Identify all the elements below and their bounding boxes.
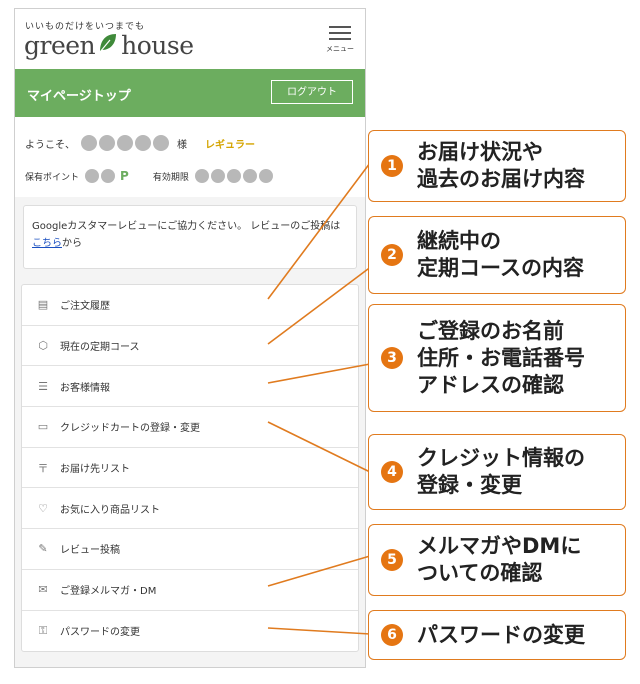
- callout-1: 1 お届け状況や 過去のお届け内容: [368, 130, 626, 202]
- connector-line-5: [267, 555, 371, 587]
- callout-number: 6: [381, 624, 403, 646]
- callout-number: 4: [381, 461, 403, 483]
- callout-number: 2: [381, 244, 403, 266]
- callout-3: 3 ご登録のお名前 住所・お電話番号 アドレスの確認: [368, 304, 626, 412]
- callout-line: メルマガやDMに: [417, 534, 582, 558]
- callout-line: 登録・変更: [417, 473, 522, 497]
- callout-number: 3: [381, 347, 403, 369]
- callout-line: 住所・お電話番号: [417, 345, 585, 370]
- callout-text: パスワードの変更: [417, 622, 585, 649]
- callout-text: ご登録のお名前 住所・お電話番号 アドレスの確認: [417, 318, 585, 399]
- callout-line: クレジット情報の: [417, 446, 585, 470]
- callout-6: 6 パスワードの変更: [368, 610, 626, 660]
- callout-line: お届け状況や: [417, 140, 543, 164]
- callout-line: ついての確認: [417, 561, 543, 585]
- connector-line-4: [267, 421, 371, 473]
- callout-4: 4 クレジット情報の 登録・変更: [368, 434, 626, 510]
- connector-line-3: [267, 363, 371, 384]
- callout-5: 5 メルマガやDMに ついての確認: [368, 524, 626, 596]
- callout-text: クレジット情報の 登録・変更: [417, 445, 585, 499]
- callout-text: 継続中の 定期コースの内容: [417, 228, 584, 282]
- callout-number: 1: [381, 155, 403, 177]
- callout-text: お届け状況や 過去のお届け内容: [417, 139, 585, 193]
- callout-line: アドレスの確認: [417, 372, 564, 397]
- callout-line: 継続中の: [417, 229, 501, 253]
- callout-line: ご登録のお名前: [417, 318, 564, 343]
- callout-line: パスワードの変更: [417, 622, 585, 647]
- callout-text: メルマガやDMに ついての確認: [417, 533, 581, 587]
- callout-number: 5: [381, 549, 403, 571]
- callout-line: 過去のお届け内容: [417, 167, 585, 191]
- callout-line: 定期コースの内容: [417, 256, 584, 280]
- callout-2: 2 継続中の 定期コースの内容: [368, 216, 626, 294]
- connector-line-6: [267, 627, 371, 635]
